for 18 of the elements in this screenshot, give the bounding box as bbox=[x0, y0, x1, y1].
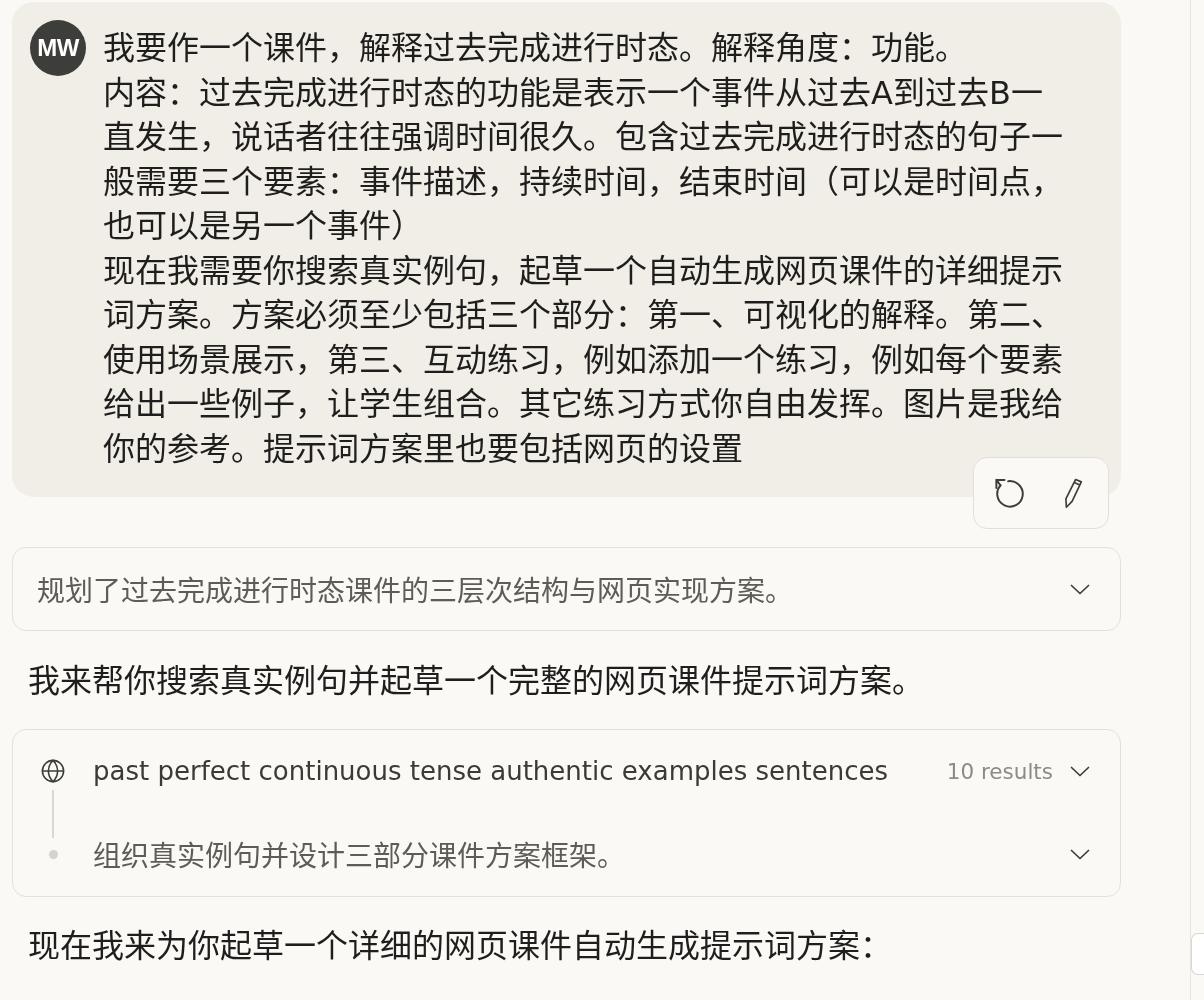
timeline-connector bbox=[52, 790, 54, 838]
user-avatar: MW bbox=[30, 20, 86, 76]
message-paragraph: 内容：过去完成进行时态的功能是表示一个事件从过去A到过去B一直发生，说话者往往强调时间很久。包含过去完成进行时态的句子一般需要三个要素：事件描述，持续时间，结束时间（可以是时间点，也可以是另一个事件） bbox=[103, 72, 1064, 247]
reply-paragraph: 现在我来为你起草一个详细的网页课件自动生成提示词方案： bbox=[28, 926, 893, 967]
step-dot-icon bbox=[48, 849, 58, 859]
chevron-down-icon[interactable] bbox=[1070, 765, 1090, 777]
search-query: past perfect continuous tense authentic examples sentences bbox=[93, 756, 890, 786]
retry-icon bbox=[993, 478, 1025, 508]
chevron-down-icon[interactable] bbox=[1070, 848, 1090, 860]
pencil-icon bbox=[1063, 477, 1083, 509]
reply-paragraph: 我来帮你搜索真实例句并起草一个完整的网页课件提示词方案。 bbox=[28, 661, 925, 702]
message-paragraph: 我要作一个课件，解释过去完成进行时态。解释角度：功能。 bbox=[103, 28, 968, 69]
result-count: 10 results bbox=[946, 758, 1053, 784]
message-paragraph: 现在我需要你搜索真实例句，起草一个自动生成网页课件的详细提示词方案。方案必须至少包括三个部分：第一、可视化的解释。第二、使用场景展示，第三、互动练习，例如添加一个练习，例如每个要素给出一些例子，让学生组合。其它练习方式你自由发挥。图片是我给你的参考。提示词方案里也要包括网页的设置 bbox=[103, 250, 1064, 470]
globe-icon bbox=[41, 759, 65, 783]
thought-summary-toggle[interactable]: 规划了过去完成进行时态课件的三层次结构与网页实现方案。 bbox=[12, 547, 1121, 631]
step-summary: 组织真实例句并设计三部分课件方案框架。 bbox=[93, 839, 626, 874]
scrollbar-thumb[interactable] bbox=[1191, 933, 1204, 975]
